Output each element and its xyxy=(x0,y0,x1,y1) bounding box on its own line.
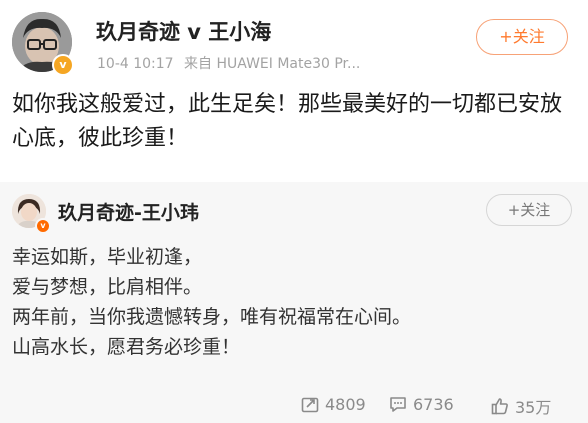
thumbs-up-icon xyxy=(490,396,510,416)
repost-count: 4809 xyxy=(325,394,366,414)
comment-icon xyxy=(388,394,408,414)
verified-v-icon: v xyxy=(52,54,74,76)
repost-follow-button[interactable]: +关注 xyxy=(486,194,572,226)
repost-body-text: 幸运如斯，毕业初逢， 爱与梦想，比肩相伴。 两年前，当你我遗憾转身，唯有祝福常在… xyxy=(12,242,582,362)
comment-count: 6736 xyxy=(413,394,454,414)
repost-text-line: 幸运如斯，毕业初逢， xyxy=(12,246,203,268)
repost-author-name[interactable]: 玖月奇迹-王小玮 xyxy=(58,198,199,225)
reposted-weibo[interactable]: v 玖月奇迹-王小玮 +关注 幸运如斯，毕业初逢， 爱与梦想，比肩相伴。 两年前… xyxy=(0,182,588,423)
post-header: v 玖月奇迹 v 王小海 10-4 10:17 来自 HUAWEI Mate30… xyxy=(0,0,588,84)
repost-text-line: 山高水长，愿君务必珍重！ xyxy=(12,336,241,358)
post-source: 来自 HUAWEI Mate30 Pr... xyxy=(184,56,361,72)
comment-count-button[interactable]: 6736 xyxy=(388,394,454,414)
like-count: 35万 xyxy=(515,398,552,417)
post-author-name[interactable]: 玖月奇迹 v 王小海 xyxy=(96,16,271,46)
repost-text-line: 爱与梦想，比肩相伴。 xyxy=(12,276,203,298)
repost-action-bar: 4809 6736 35万 xyxy=(0,394,588,422)
post-meta: 10-4 10:17 来自 HUAWEI Mate30 Pr... xyxy=(97,53,360,73)
repost-text-line: 两年前，当你我遗憾转身，唯有祝福常在心间。 xyxy=(12,306,412,328)
post-body-text: 如你我这般爱过，此生足矣！那些最美好的一切都已安放心底，彼此珍重！ xyxy=(12,92,563,151)
like-count-button[interactable]: 35万 xyxy=(490,394,551,418)
verified-v-icon: v xyxy=(35,218,51,234)
post-timestamp: 10-4 10:17 xyxy=(97,56,174,72)
repost-icon xyxy=(300,394,320,414)
follow-button[interactable]: +关注 xyxy=(476,19,568,55)
repost-count-button[interactable]: 4809 xyxy=(300,394,366,414)
